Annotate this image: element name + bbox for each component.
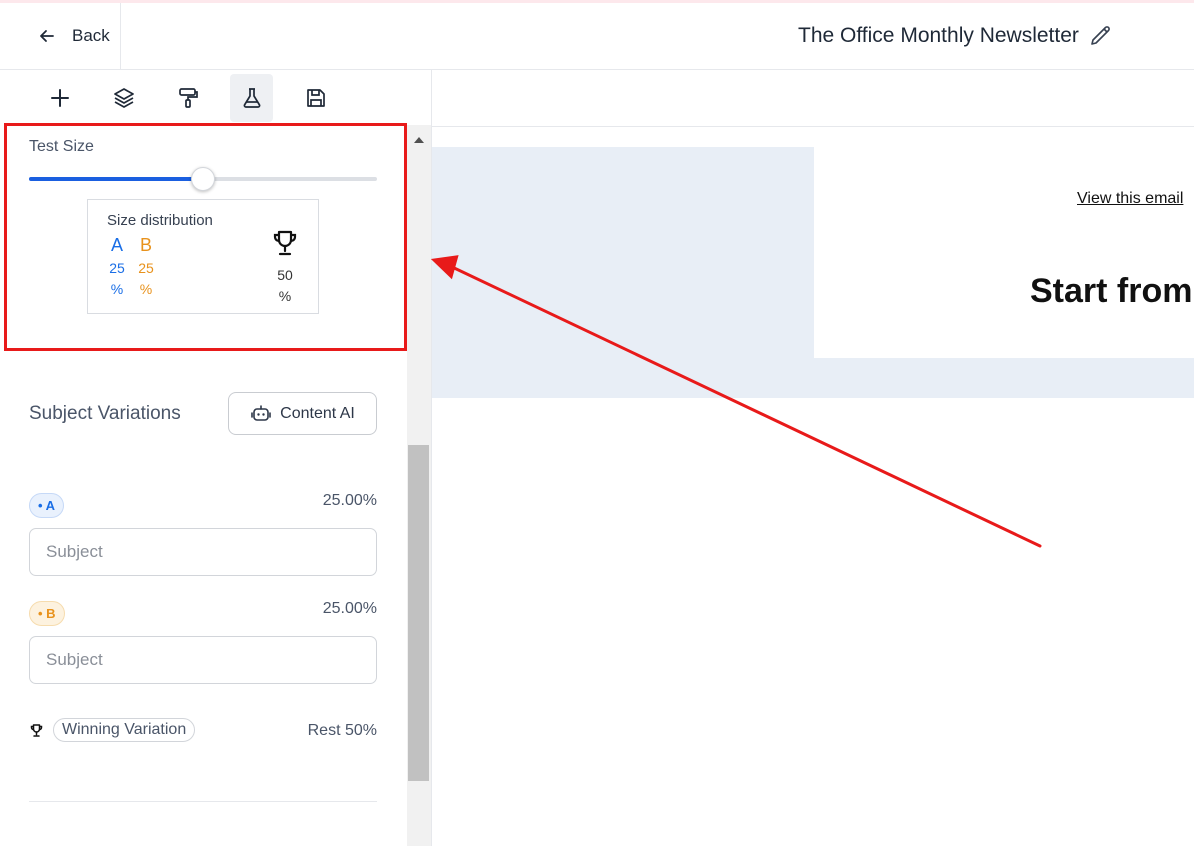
content-ai-label: Content AI [280, 404, 355, 422]
layers-icon [113, 87, 134, 108]
back-button[interactable]: Back [0, 3, 121, 69]
email-headline[interactable]: Start from [1030, 272, 1192, 311]
scrollbar-thumb[interactable] [408, 445, 429, 781]
save-button[interactable] [294, 74, 337, 122]
variation-b-subject-input[interactable] [29, 636, 377, 684]
email-header-content [814, 147, 1194, 358]
rest-percent-label: Rest 50% [307, 722, 377, 739]
variation-a-subject-input[interactable] [29, 528, 377, 576]
view-email-link[interactable]: View this email [1077, 190, 1183, 208]
variation-a-percent: 25.00% [322, 492, 377, 509]
panel-scrollbar[interactable] [407, 125, 431, 846]
back-label: Back [72, 26, 110, 45]
content-ai-button[interactable]: Content AI [228, 392, 377, 435]
subject-variations-heading: Subject Variations [29, 403, 181, 424]
add-block-button[interactable] [38, 74, 81, 122]
trophy-small-icon [30, 723, 43, 737]
canvas-top-bar [432, 70, 1194, 127]
layers-button[interactable] [102, 74, 145, 122]
ab-test-button[interactable] [230, 73, 273, 122]
arrow-left-icon [40, 30, 54, 42]
editor-toolbar [0, 70, 431, 125]
winning-variation-row: Winning Variation [29, 718, 196, 742]
flask-icon [243, 87, 260, 108]
winning-variation-pill: Winning Variation [53, 718, 196, 742]
paint-roller-icon [178, 87, 198, 108]
save-icon [306, 88, 325, 107]
editor-header: Back The Office Monthly Newsletter [0, 3, 1194, 70]
document-title: The Office Monthly Newsletter [798, 24, 1079, 47]
scroll-up-arrow-icon[interactable] [414, 137, 424, 143]
pencil-edit-icon[interactable] [1089, 24, 1113, 48]
email-canvas: View this email Start from [432, 70, 1194, 846]
panel-divider [29, 801, 377, 802]
plus-icon [50, 88, 69, 107]
variation-b-percent: 25.00% [322, 600, 377, 617]
variation-b-badge: • B [29, 601, 65, 626]
variation-a-badge: • A [29, 493, 65, 518]
document-title-area: The Office Monthly Newsletter [798, 3, 1113, 69]
robot-icon [251, 404, 271, 421]
style-button[interactable] [166, 74, 209, 122]
annotation-highlight-box [4, 123, 407, 351]
